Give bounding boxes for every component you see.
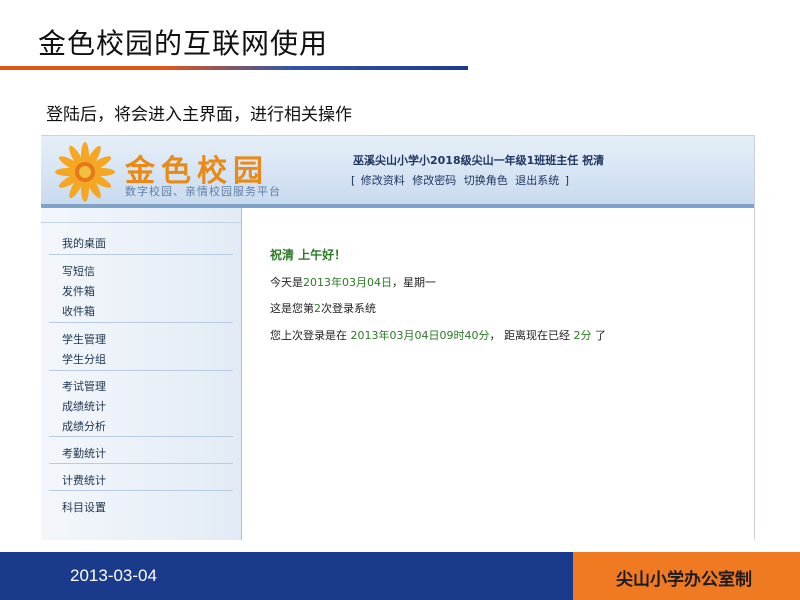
sidebar-divider — [49, 490, 233, 491]
sidebar-divider — [49, 436, 233, 437]
sidebar-divider — [49, 463, 233, 464]
slide-subtitle: 登陆后，将会进入主界面，进行相关操作 — [46, 105, 352, 125]
last-login-prefix: 您上次登录是在 — [270, 329, 347, 342]
title-divider — [0, 66, 468, 70]
footer-date: 2013-03-04 — [70, 566, 157, 585]
login-prefix: 这是您第 — [270, 302, 314, 315]
sidebar-item-student-groups[interactable]: 学生分组 — [62, 351, 106, 367]
login-suffix: 次登录系统 — [321, 302, 376, 315]
today-line: 今天是2013年03月04日，星期一 — [270, 274, 436, 290]
menu-bracket-open: [ — [351, 174, 356, 187]
sidebar-item-write-sms[interactable]: 写短信 — [62, 263, 95, 279]
sidebar-item-score-statistics[interactable]: 成绩统计 — [62, 398, 106, 414]
sidebar-item-inbox[interactable]: 收件箱 — [62, 303, 95, 319]
change-password-link[interactable]: 修改密码 — [412, 174, 456, 187]
logo-subtitle: 数字校园、亲情校园服务平台 — [125, 185, 281, 198]
last-login-mid: ， 距离现在已经 — [489, 329, 570, 342]
sidebar-item-attendance-statistics[interactable]: 考勤统计 — [62, 445, 106, 461]
switch-role-link[interactable]: 切换角色 — [464, 174, 508, 187]
sidebar-item-outbox[interactable]: 发件箱 — [62, 283, 95, 299]
today-prefix: 今天是 — [270, 276, 303, 289]
login-count-line: 这是您第2次登录系统 — [270, 300, 376, 316]
slide-title: 金色校园的互联网使用 — [38, 27, 329, 60]
sidebar-item-subject-settings[interactable]: 科目设置 — [62, 499, 106, 515]
sidebar-item-exam-management[interactable]: 考试管理 — [62, 378, 106, 394]
greeting: 祝清 上午好！ — [270, 248, 347, 262]
last-login-line: 您上次登录是在 2013年03月04日09时40分， 距离现在已经 2分 了 — [270, 327, 606, 343]
sidebar-divider — [49, 370, 233, 371]
main-panel: 祝清 上午好！ 今天是2013年03月04日，星期一 这是您第2次登录系统 您上… — [242, 208, 754, 540]
sidebar-item-score-analysis[interactable]: 成绩分析 — [62, 418, 106, 434]
weekday: 星期一 — [403, 276, 436, 289]
app-header: 金色校园 数字校园、亲情校园服务平台 巫溪尖山小学小2018级尖山一年级1班班主… — [41, 136, 754, 204]
today-separator: ， — [392, 276, 403, 289]
sidebar-item-desktop[interactable]: 我的桌面 — [62, 235, 106, 251]
app-screenshot: 金色校园 数字校园、亲情校园服务平台 巫溪尖山小学小2018级尖山一年级1班班主… — [41, 135, 755, 540]
logout-link[interactable]: 退出系统 — [515, 174, 559, 187]
sun-logo-icon — [55, 142, 115, 202]
footer-credit: 尖山小学办公室制 — [616, 570, 752, 590]
sidebar-divider — [49, 254, 233, 255]
sidebar-item-billing-statistics[interactable]: 计费统计 — [62, 472, 106, 488]
last-login-suffix: 了 — [594, 329, 606, 342]
last-login-time: 2013年03月04日09时40分 — [350, 329, 490, 342]
time-since: 2分 — [573, 329, 592, 342]
edit-profile-link[interactable]: 修改资料 — [361, 174, 405, 187]
menu-bracket-close: ] — [564, 174, 570, 187]
sidebar: 我的桌面 写短信 发件箱 收件箱 学生管理 学生分组 考试管理 成绩统计 成绩分… — [41, 208, 242, 540]
user-menu: [ 修改资料 修改密码 切换角色 退出系统 ] — [351, 172, 569, 188]
login-count: 2 — [314, 302, 321, 315]
sidebar-divider — [49, 322, 233, 323]
sidebar-item-student-management[interactable]: 学生管理 — [62, 331, 106, 347]
user-info: 巫溪尖山小学小2018级尖山一年级1班班主任 祝清 — [353, 154, 605, 167]
today-date: 2013年03月04日 — [303, 276, 392, 289]
